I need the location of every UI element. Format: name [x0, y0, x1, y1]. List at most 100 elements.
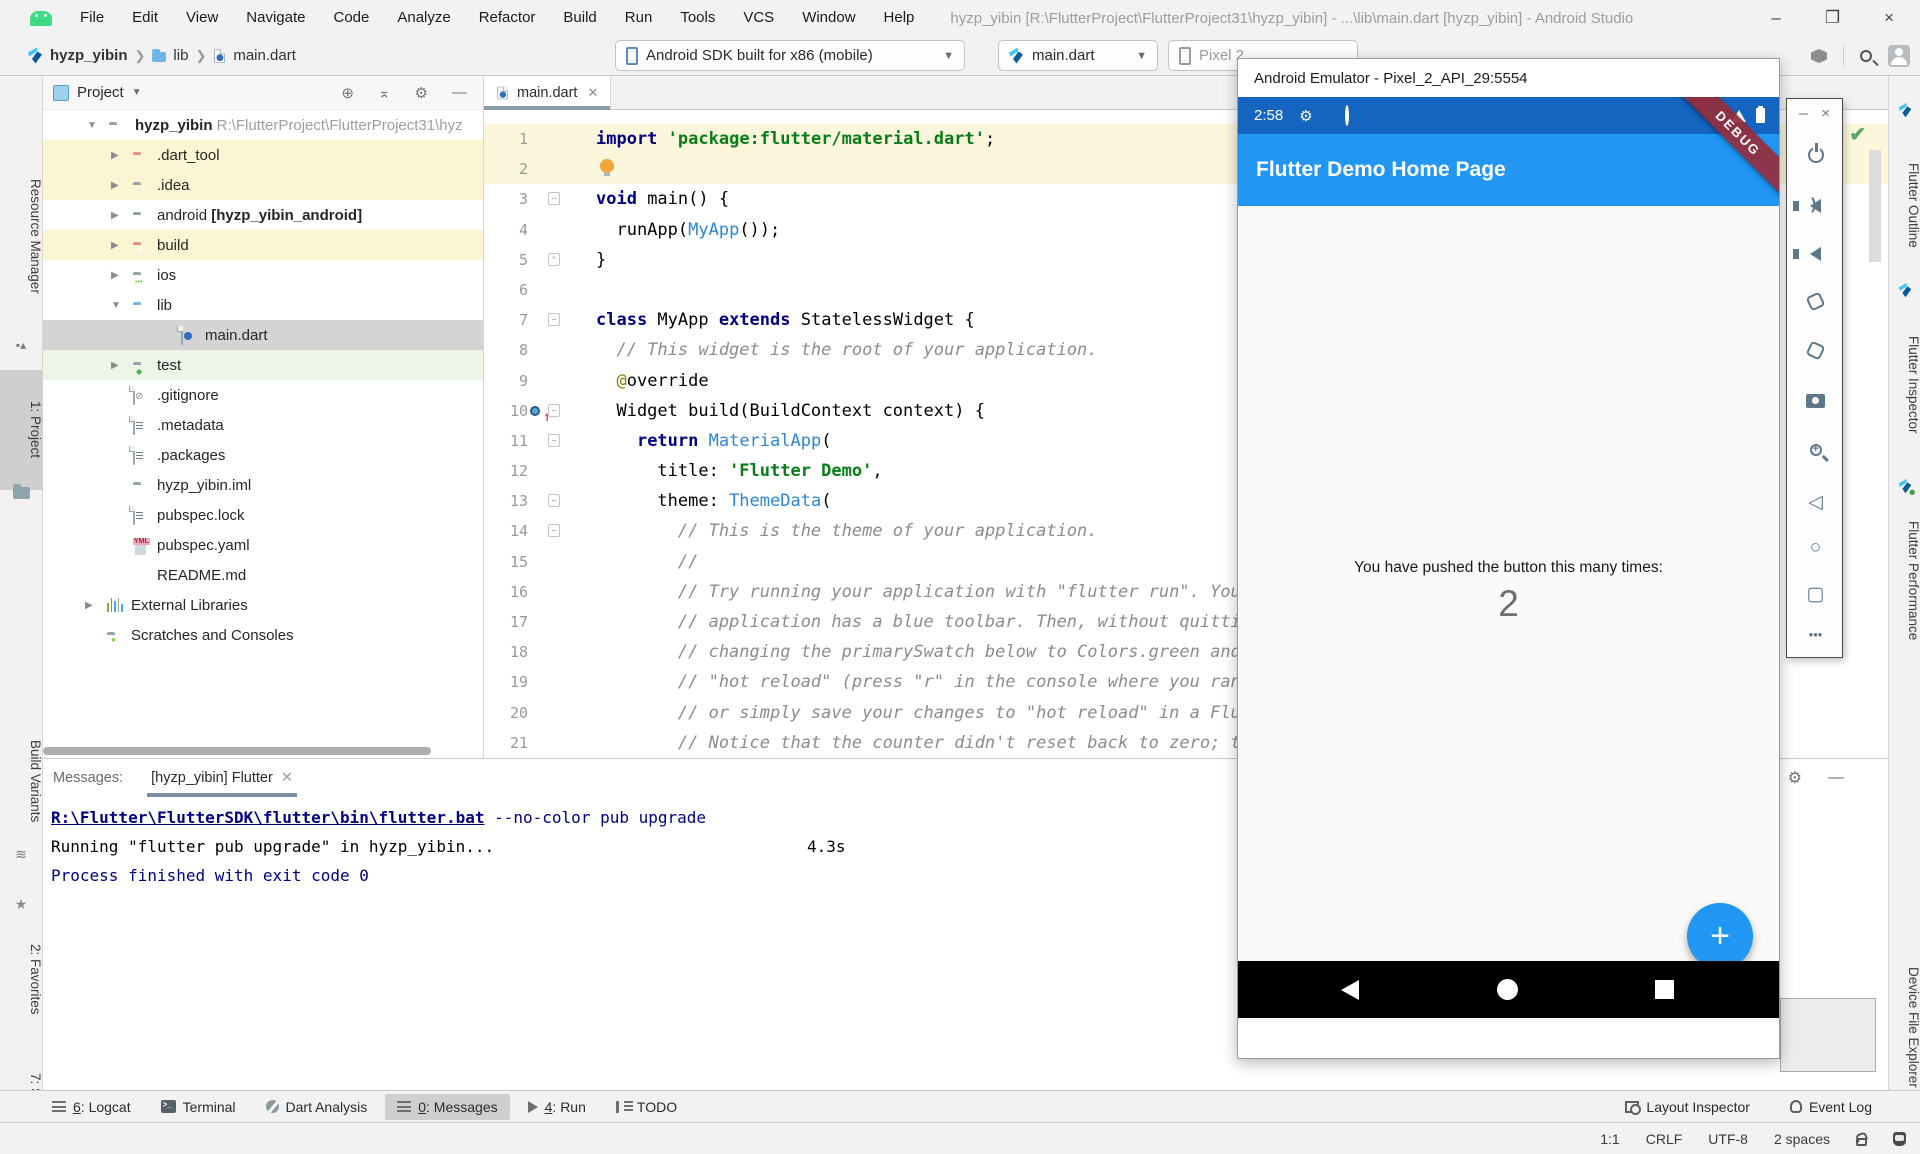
home-button-icon[interactable]: ○ [1787, 537, 1844, 559]
encoding-indicator[interactable]: UTF-8 [1708, 1131, 1748, 1147]
editor-scrollbar[interactable] [1869, 150, 1881, 262]
power-button-icon[interactable] [1787, 147, 1844, 169]
project-view-dropdown[interactable]: Project [77, 84, 124, 101]
profile-avatar[interactable] [1888, 45, 1910, 67]
menu-edit[interactable]: Edit [118, 0, 172, 36]
increment-fab-button[interactable]: + [1687, 903, 1753, 969]
chevron-collapsed-icon[interactable]: ▶ [111, 240, 119, 251]
close-window-button[interactable]: × [1884, 8, 1894, 28]
breadcrumb-project[interactable]: hyzp_yibin [50, 47, 128, 64]
emulator-title-bar[interactable]: Android Emulator - Pixel_2_API_29:5554 [1238, 59, 1779, 97]
chevron-collapsed-icon[interactable]: ▶ [111, 150, 119, 161]
tree-row-pubspec-yaml[interactable]: YMLpubspec.yaml [43, 530, 483, 560]
stripe-flutter-performance[interactable]: Flutter Performance [1889, 506, 1920, 656]
minimize-window-button[interactable]: – [1771, 8, 1780, 28]
toolwindow-todo[interactable]: TODO [604, 1094, 689, 1120]
menu-view[interactable]: View [172, 0, 232, 36]
sdk-manager-icon[interactable] [1811, 49, 1827, 63]
build-variants-icon[interactable]: ≋ [12, 846, 30, 863]
tree-row-hyzp-yibin-iml[interactable]: hyzp_yibin.iml [43, 470, 483, 500]
more-button-icon[interactable]: ••• [1787, 627, 1844, 642]
fold-marker-icon[interactable]: − [548, 404, 560, 417]
menu-run[interactable]: Run [611, 0, 667, 36]
emulator-close-button[interactable]: × [1821, 105, 1830, 122]
fold-marker-icon[interactable]: − [548, 494, 560, 507]
toolwindow-dart-analysis[interactable]: Dart Analysis [254, 1094, 380, 1120]
settings-gear-icon[interactable]: ⚙ [1788, 768, 1802, 788]
volume-down-button-icon[interactable] [1787, 245, 1844, 267]
menu-navigate[interactable]: Navigate [232, 0, 319, 36]
intention-bulb-icon[interactable] [600, 159, 614, 173]
home-button-icon[interactable] [1497, 979, 1518, 1000]
tab-main-dart[interactable]: main.dart ✕ [484, 76, 611, 109]
line-ending-indicator[interactable]: CRLF [1646, 1131, 1683, 1147]
collapse-all-icon[interactable]: ⌅ [378, 84, 391, 102]
favorites-star-icon[interactable]: ★ [12, 896, 30, 913]
breadcrumb-file[interactable]: main.dart [233, 47, 296, 64]
tree-row-main-dart[interactable]: main.dart [43, 320, 483, 350]
tree-row-build[interactable]: ▶✳build [43, 230, 483, 260]
menu-build[interactable]: Build [549, 0, 610, 36]
fold-marker-icon[interactable]: − [548, 192, 560, 205]
toolwindow-6-logcat[interactable]: 6: Logcat [40, 1094, 143, 1120]
tree-row--packages[interactable]: .packages [43, 440, 483, 470]
device-selector-dropdown[interactable]: Android SDK built for x86 (mobile) ▼ [615, 40, 965, 71]
chevron-collapsed-icon[interactable]: ▶ [111, 180, 119, 191]
inspection-ok-icon[interactable]: ✔ [1849, 122, 1866, 147]
tree-row--gitignore[interactable]: ⊘.gitignore [43, 380, 483, 410]
menu-code[interactable]: Code [319, 0, 383, 36]
tree-row-hyzp-yibin[interactable]: ▼hyzp_yibin R:\FlutterProject\FlutterPro… [43, 110, 483, 140]
run-config-dropdown[interactable]: main.dart ▼ [998, 40, 1158, 71]
tree-row--idea[interactable]: ▶✳.idea [43, 170, 483, 200]
tree-row-test[interactable]: ▶◆test [43, 350, 483, 380]
stripe-build-variants[interactable]: Build Variants [0, 721, 43, 841]
menu-file[interactable]: File [66, 0, 118, 36]
toolwindow-4-run[interactable]: 4: Run [516, 1094, 598, 1120]
hide-panel-icon[interactable]: — [452, 84, 467, 101]
fold-marker-icon[interactable]: − [548, 524, 560, 537]
menu-vcs[interactable]: VCS [729, 0, 788, 36]
search-icon[interactable] [1860, 50, 1872, 62]
project-folder-icon[interactable] [12, 484, 30, 502]
menu-refactor[interactable]: Refactor [465, 0, 550, 36]
volume-up-button-icon[interactable] [1787, 197, 1844, 219]
tree-row-ios[interactable]: ▶•••ios [43, 260, 483, 290]
tree-row-pubspec-lock[interactable]: pubspec.lock [43, 500, 483, 530]
readonly-lock-icon[interactable] [1856, 1138, 1867, 1146]
chevron-collapsed-icon[interactable]: ▶ [85, 600, 93, 611]
toolwindow-layout-inspector[interactable]: Layout Inspector [1625, 1094, 1750, 1120]
breadcrumb-lib[interactable]: lib [173, 47, 188, 64]
stripe-2-favorites[interactable]: 2: Favorites [0, 919, 43, 1039]
menu-help[interactable]: Help [870, 0, 929, 36]
overview-button-icon[interactable] [1655, 980, 1674, 999]
indent-indicator[interactable]: 2 spaces [1774, 1131, 1830, 1147]
fold-marker-icon[interactable]: − [548, 434, 560, 447]
rotate-left-button-icon[interactable] [1787, 293, 1844, 315]
stripe-device-file-explorer[interactable]: Device File Explorer [1889, 952, 1920, 1102]
tree-row--metadata[interactable]: .metadata [43, 410, 483, 440]
chevron-collapsed-icon[interactable]: ▶ [111, 360, 119, 371]
maximize-window-button[interactable]: ❐ [1825, 8, 1840, 28]
rotate-right-button-icon[interactable] [1787, 342, 1844, 364]
toolwindow-0-messages[interactable]: 0: Messages [385, 1094, 509, 1120]
zoom-button-icon[interactable] [1787, 440, 1844, 462]
tree-row-external-libraries[interactable]: ▶External Libraries [43, 590, 483, 620]
close-tab-icon[interactable]: ✕ [587, 85, 598, 101]
flutter-bat-link[interactable]: R:\Flutter\FlutterSDK\flutter\bin\flutte… [51, 808, 484, 827]
chevron-collapsed-icon[interactable]: ▶ [111, 210, 119, 221]
menu-window[interactable]: Window [788, 0, 869, 36]
fold-marker-icon[interactable]: − [548, 313, 560, 326]
menu-analyze[interactable]: Analyze [383, 0, 464, 36]
emulator-screen[interactable]: DEBUG 2:58 ⚙ Flutter Demo Home Page You … [1238, 97, 1779, 1018]
stripe-1-project[interactable]: 1: Project [0, 370, 43, 490]
hide-panel-icon[interactable]: — [1828, 769, 1844, 787]
stripe-flutter-outline[interactable]: Flutter Outline [1889, 130, 1920, 280]
caret-position[interactable]: 1:1 [1600, 1131, 1619, 1147]
gradle-daemon-icon[interactable] [1893, 1132, 1906, 1146]
back-button-icon[interactable] [1341, 980, 1359, 1000]
close-tab-icon[interactable]: ✕ [281, 770, 293, 786]
tree-row--dart-tool[interactable]: ▶.dart_tool [43, 140, 483, 170]
flutter-console-tab[interactable]: [hyzp_yibin] Flutter ✕ [147, 759, 297, 797]
settings-gear-icon[interactable]: ⚙ [415, 84, 428, 102]
tree-row-lib[interactable]: ▼lib [43, 290, 483, 320]
